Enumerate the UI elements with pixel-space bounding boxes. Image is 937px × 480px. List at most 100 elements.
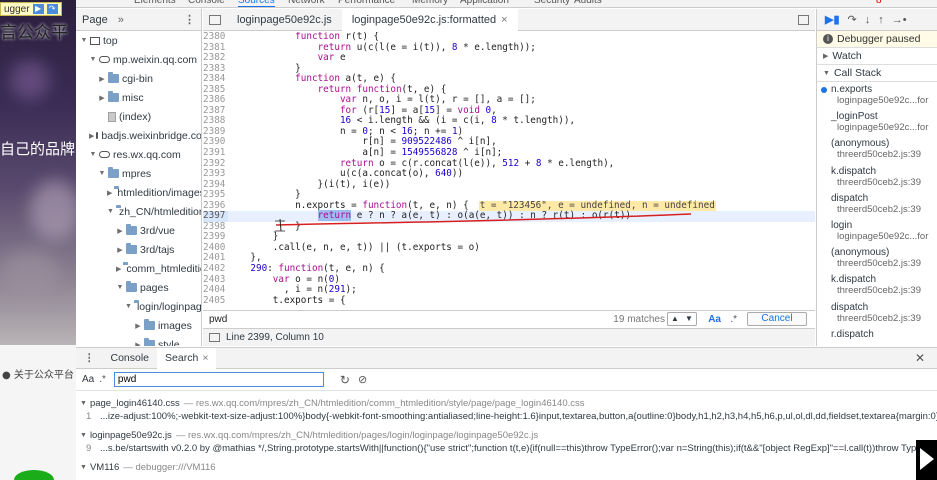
collapse-arrow-icon[interactable]: ▼ [89,56,97,63]
call-frame[interactable]: n.exports loginpage50e92c...for [817,82,937,109]
drawer-tab-console[interactable]: Console [103,348,158,369]
regex-toggle[interactable]: .* [99,374,106,385]
search-result-line[interactable]: 9 ...s.be/startswith v0.2.0 by @mathias *… [76,442,937,455]
resume-icon[interactable]: ▶▮ [825,13,840,26]
search-prev-icon[interactable]: ▲ [668,313,682,325]
call-frame[interactable]: r.dispatch [817,327,937,346]
step-icon[interactable]: →• [892,14,907,26]
close-tab-icon[interactable]: × [202,352,208,364]
expand-arrow-icon[interactable]: ▶ [98,75,106,83]
close-drawer-icon[interactable]: ✕ [915,351,925,365]
paused-badge-label: ugger [4,3,30,15]
call-frame[interactable]: k.dispatch threerd50ceb2.js:39 [817,272,937,299]
line-number[interactable]: 2402 [203,263,228,275]
toggle-debugger-icon[interactable] [798,15,809,25]
navigator-menu-icon[interactable]: ⋮ [184,13,195,26]
tree-item[interactable]: ▼ login/loginpage [76,297,201,316]
step-into-icon[interactable]: ↓ [865,14,871,26]
line-number[interactable]: 2405 [203,295,228,307]
match-case-toggle[interactable]: Aa [708,314,721,325]
call-frame[interactable]: dispatch threerd50ceb2.js:39 [817,191,937,218]
resume-icon[interactable]: ▶ [32,4,44,14]
expand-arrow-icon[interactable]: ▶ [89,132,94,140]
devtools-tab[interactable]: Network [288,0,325,6]
collapse-arrow-icon[interactable]: ▼ [80,37,88,44]
tree-item[interactable]: ▶ badjs.weixinbridge.com [76,126,201,145]
tree-item[interactable]: ▼ pages [76,278,201,297]
devtools-tab[interactable]: Audits [574,0,602,6]
tree-item[interactable]: ▼ res.wx.qq.com [76,145,201,164]
call-frame[interactable]: login loginpage50e92c...for [817,218,937,245]
tree-item[interactable]: ▶ style [76,335,201,346]
tree-item[interactable]: ▼ mp.weixin.qq.com [76,50,201,69]
call-frame[interactable]: _loginPost loginpage50e92c...for [817,109,937,136]
tree-item[interactable]: (index) [76,107,201,126]
step-over-icon[interactable]: ↷ [46,4,58,14]
expand-arrow-icon[interactable]: ▶ [116,227,124,235]
tree-item[interactable]: ▶ 3rd/vue [76,221,201,240]
call-stack-section-header[interactable]: ▼ Call Stack [817,65,937,82]
editor-search-input[interactable] [209,314,409,325]
step-out-icon[interactable]: ↑ [878,14,884,26]
search-result-file[interactable]: ▼ VM116— debugger:///VM116 [76,460,937,474]
devtools-tab[interactable]: Application [460,0,509,6]
search-cancel-button[interactable]: Cancel [747,312,807,326]
search-result-file[interactable]: ▼ loginpage50e92c.js — res.wx.qq.com/mpres… [76,428,937,442]
collapse-arrow-icon[interactable]: ▼ [89,151,97,158]
devtools-tab[interactable]: Memory [412,0,448,6]
web-footer-link[interactable]: ● 关于公众平台 [2,366,74,381]
line-number[interactable]: 2380 [203,32,228,43]
close-tab-icon[interactable]: × [501,14,507,26]
navigator-tab-page[interactable]: Page [82,14,108,26]
expand-arrow-icon[interactable]: ▶ [134,341,142,347]
tree-item[interactable]: ▶ misc [76,88,201,107]
editor-tab-active[interactable]: loginpage50e92c.js:formatted × [341,9,518,31]
devtools-tab[interactable]: Console [188,0,225,6]
toggle-navigator-icon[interactable] [209,14,221,25]
search-result-line[interactable]: 1 ...ize-adjust:100%;-webkit-text-size-ad… [76,410,937,423]
watch-section-header[interactable]: ▶ Watch [817,48,937,65]
match-case-toggle[interactable]: Aa [82,374,94,385]
expand-arrow-icon[interactable]: ▶ [98,94,106,102]
tree-item[interactable]: ▼ mpres [76,164,201,183]
collapse-arrow-icon[interactable]: ▼ [125,303,132,310]
editor-tab[interactable]: loginpage50e92c.js [227,9,342,31]
devtools-tab[interactable]: Security [534,0,570,6]
code-area[interactable]: 2380 function r(t) {2381 return u(c(l(e … [203,32,815,310]
search-result-file[interactable]: ▼ page_login46140.css — res.wx.qq.com/mpre… [76,396,937,410]
tree-item[interactable]: ▶ images [76,316,201,335]
tree-item[interactable]: ▼ top [76,31,201,50]
devtools-tab[interactable]: Sources [238,0,275,7]
regex-toggle[interactable]: .* [730,314,737,325]
expand-arrow-icon[interactable]: ▶ [116,265,121,273]
tree-item[interactable]: ▶ 3rd/tajs [76,240,201,259]
devtools-tab[interactable]: Performance [338,0,395,6]
global-search-input[interactable] [113,372,324,387]
expand-arrow-icon[interactable]: ▶ [107,189,112,197]
format-icon[interactable] [209,333,220,342]
collapse-arrow-icon[interactable]: ▼ [98,170,106,177]
error-count-badge[interactable]: 8 [876,0,882,6]
web-green-button[interactable] [14,470,54,480]
navigator-more-tabs[interactable]: » [118,14,124,26]
collapse-arrow-icon[interactable]: ▼ [116,284,124,291]
search-next-icon[interactable]: ▼ [682,313,696,325]
tree-item[interactable]: ▼ zh_CN/htmledition [76,202,201,221]
step-over-icon[interactable]: ↷ [848,13,857,26]
drawer-menu-icon[interactable]: ⋮ [84,352,95,364]
expand-arrow-icon[interactable]: ▶ [116,246,124,254]
devtools-tab[interactable]: Elements [134,0,176,6]
call-frame[interactable]: k.dispatch threerd50ceb2.js:39 [817,164,937,191]
tree-item[interactable]: ▶ htmledition/images [76,183,201,202]
refresh-icon[interactable]: ↻ [340,373,350,387]
line-number[interactable]: 2391 [203,147,228,159]
tree-item[interactable]: ▶ comm_htmledition [76,259,201,278]
call-frame[interactable]: dispatch threerd50ceb2.js:39 [817,300,937,327]
call-frame[interactable]: (anonymous) threerd50ceb2.js:39 [817,136,937,163]
call-frame[interactable]: (anonymous) threerd50ceb2.js:39 [817,245,937,272]
collapse-arrow-icon[interactable]: ▼ [107,208,114,215]
tree-item[interactable]: ▶ cgi-bin [76,69,201,88]
clear-icon[interactable]: ⊘ [358,373,367,386]
drawer-tab-search[interactable]: Search × [157,347,217,369]
expand-arrow-icon[interactable]: ▶ [134,322,142,330]
